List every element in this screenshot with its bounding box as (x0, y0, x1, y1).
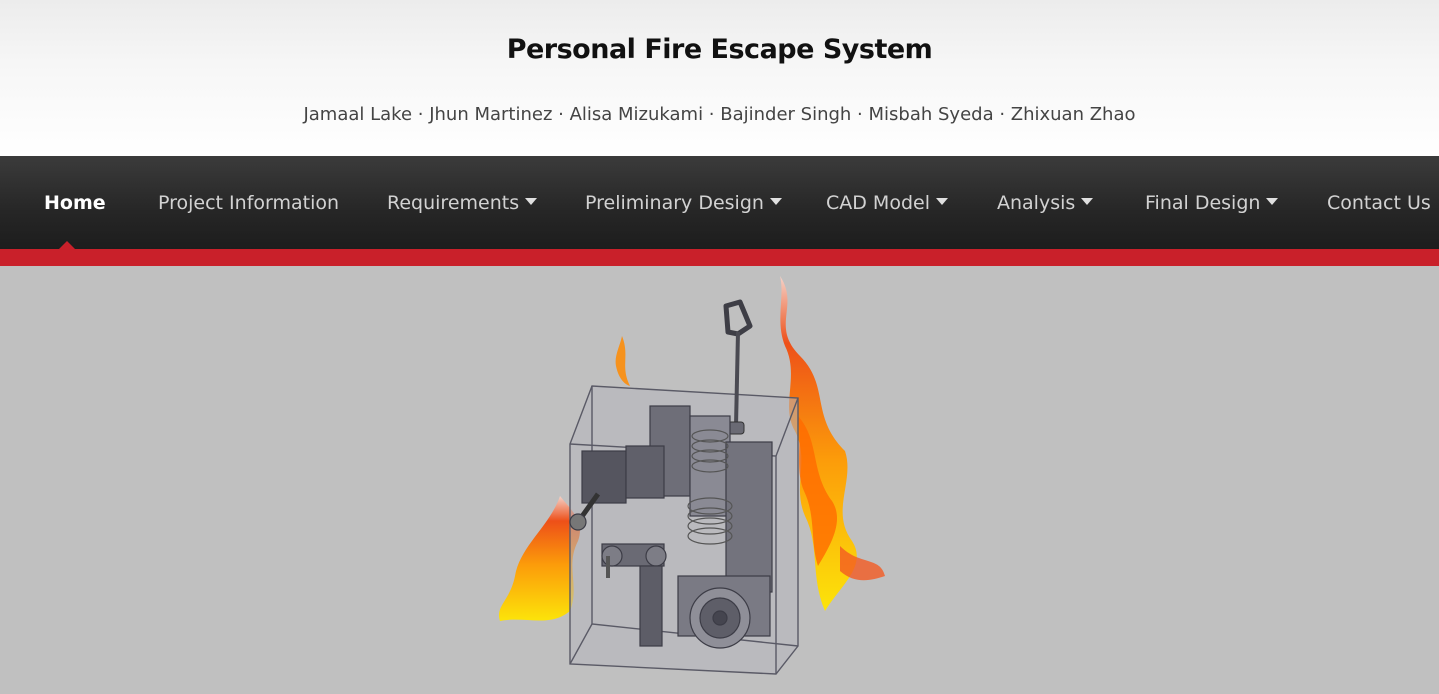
nav-item-project-information[interactable]: Project Information (158, 156, 339, 249)
nav-item-label: Project Information (158, 192, 340, 214)
nav-item-analysis[interactable]: Analysis (997, 156, 1094, 249)
nav-item-final-design[interactable]: Final Design (1145, 156, 1279, 249)
caret-down-icon (525, 198, 538, 205)
nav-item-requirements[interactable]: Requirements (387, 156, 538, 249)
site-header: Personal Fire Escape System Jamaal Lake … (0, 0, 1439, 156)
hero-banner (0, 266, 1439, 694)
nav-item-label: Analysis (997, 192, 1076, 214)
caret-down-icon (935, 198, 948, 205)
nav-item-label: Preliminary Design (585, 192, 764, 214)
nav-item-home[interactable]: Home (44, 156, 106, 249)
nav-item-preliminary-design[interactable]: Preliminary Design (585, 156, 782, 249)
accent-bar (0, 249, 1439, 266)
caret-down-icon (1081, 198, 1094, 205)
active-nav-indicator (59, 241, 75, 249)
caret-down-icon (769, 198, 782, 205)
cad-render-image (498, 276, 885, 675)
nav-item-label: Home (44, 192, 106, 214)
nav-item-label: CAD Model (826, 192, 930, 214)
nav-item-label: Final Design (1145, 192, 1261, 214)
main-nav: Home Project Information Requirements Pr… (0, 156, 1439, 249)
nav-item-label: Contact Us (1327, 192, 1431, 214)
authors-line: Jamaal Lake · Jhun Martinez · Alisa Mizu… (303, 104, 1136, 125)
nav-item-label: Requirements (387, 192, 520, 214)
caret-down-icon (1266, 198, 1279, 205)
site-title[interactable]: Personal Fire Escape System (0, 34, 1439, 65)
nav-item-contact-us[interactable]: Contact Us (1327, 156, 1431, 249)
nav-item-cad-model[interactable]: CAD Model (826, 156, 948, 249)
